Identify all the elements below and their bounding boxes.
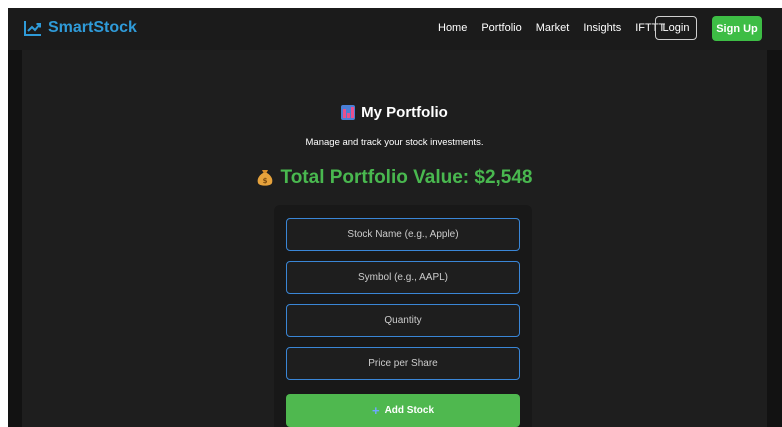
- brand-logo[interactable]: SmartStock: [24, 19, 137, 37]
- nav-link-insights[interactable]: Insights: [583, 22, 621, 34]
- nav-link-portfolio[interactable]: Portfolio: [481, 22, 521, 34]
- page-subtitle: Manage and track your stock investments.: [305, 137, 484, 148]
- add-stock-form: + Add Stock: [274, 205, 532, 427]
- nav-link-home[interactable]: Home: [438, 22, 467, 34]
- price-input[interactable]: [286, 347, 520, 380]
- page-title: My Portfolio: [22, 104, 767, 121]
- signup-button[interactable]: Sign Up: [712, 16, 762, 41]
- total-value-text: Total Portfolio Value: $2,548: [280, 167, 533, 188]
- symbol-input[interactable]: [286, 261, 520, 294]
- page-title-text: My Portfolio: [361, 104, 448, 121]
- trending-chart-icon: [24, 20, 42, 36]
- total-portfolio-value: $ Total Portfolio Value: $2,548: [22, 167, 767, 189]
- stock-name-input[interactable]: [286, 218, 520, 251]
- bar-chart-icon: [341, 105, 356, 120]
- add-stock-label: Add Stock: [384, 405, 435, 416]
- svg-text:$: $: [262, 177, 267, 185]
- plus-icon: +: [371, 403, 380, 418]
- brand-name: SmartStock: [48, 19, 137, 36]
- quantity-input[interactable]: [286, 304, 520, 337]
- nav-link-market[interactable]: Market: [536, 22, 570, 34]
- money-bag-icon: $: [257, 168, 273, 188]
- login-button[interactable]: Login: [655, 16, 697, 40]
- navbar: SmartStock Home Portfolio Market Insight…: [8, 8, 782, 50]
- nav-links: Home Portfolio Market Insights IFTTT: [438, 22, 665, 34]
- add-stock-button[interactable]: + Add Stock: [286, 394, 520, 427]
- app-frame: SmartStock Home Portfolio Market Insight…: [8, 8, 782, 427]
- portfolio-section: My Portfolio Manage and track your stock…: [22, 50, 767, 427]
